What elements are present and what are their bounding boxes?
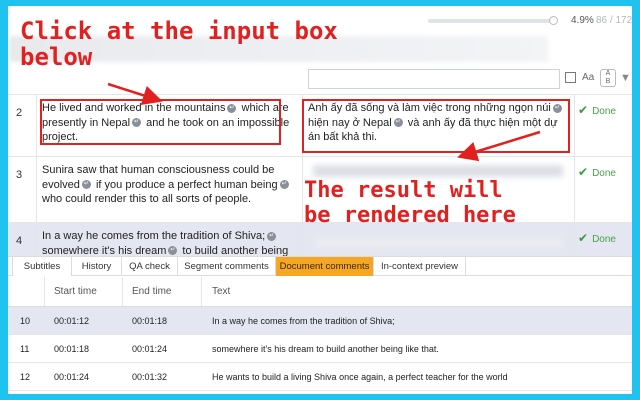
row-number: 11 <box>20 344 30 354</box>
tab-document-comments[interactable]: Document comments <box>276 257 374 276</box>
filter-icon[interactable]: ▼ <box>620 72 631 84</box>
source-text-part: who could render this to all sorts of pe… <box>42 193 252 205</box>
segment-number: 3 <box>16 169 23 181</box>
source-text-part: In a way he comes from the tradition of … <box>42 230 266 242</box>
subtitle-text: He wants to build a living Shiva once ag… <box>212 372 508 382</box>
result-annotation: The result will be rendered here <box>304 178 516 228</box>
source-text: In a way he comes from the tradition of … <box>42 229 292 258</box>
status-badge: ✔ Done <box>578 103 616 117</box>
start-time: 00:01:24 <box>54 372 90 382</box>
source-text: Sunira saw that human consciousness coul… <box>42 163 292 207</box>
start-time: 00:01:12 <box>54 316 90 326</box>
segment-number: 2 <box>16 107 23 119</box>
subtitle-text: somewhere it's his dream to build anothe… <box>212 344 439 354</box>
progress-bar <box>428 19 556 23</box>
table-row[interactable]: 12 00:01:24 00:01:32 He wants to build a… <box>8 363 632 391</box>
row-number: 12 <box>20 372 31 382</box>
table-header: Start time End time Text <box>8 277 632 307</box>
source-highlight-box <box>40 99 281 145</box>
tab-in-context-preview[interactable]: In-context preview <box>374 257 466 276</box>
bottom-tab-bar: Subtitles History QA check Segment comme… <box>8 256 632 276</box>
status-label: Done <box>592 234 616 245</box>
status-badge: ✔ Done <box>578 165 616 179</box>
row-number: 10 <box>20 316 31 326</box>
check-icon: ✔ <box>578 165 589 179</box>
segment-number: 4 <box>16 235 23 247</box>
tab-history[interactable]: History <box>72 257 122 276</box>
source-text-part: if you produce a perfect human being <box>92 178 278 191</box>
tab-segment-comments[interactable]: Segment comments <box>178 257 276 276</box>
start-time: 00:01:18 <box>54 344 90 354</box>
table-row[interactable]: 10 00:01:12 00:01:18 In a way he comes f… <box>8 307 632 335</box>
replace-icon[interactable]: AB <box>600 69 616 87</box>
instruction-annotation: Click at the input box below <box>20 17 338 71</box>
subtitle-text: In a way he comes from the tradition of … <box>212 316 395 326</box>
table-row[interactable]: 11 00:01:18 00:01:24 somewhere it's his … <box>8 335 632 363</box>
end-time: 00:01:32 <box>132 372 168 382</box>
status-label: Done <box>592 168 616 179</box>
column-header[interactable]: Text <box>212 286 230 297</box>
blurred-target <box>313 165 563 177</box>
tag-icon: ↵ <box>279 180 289 190</box>
progress-count: 86 / 1725 <box>596 15 632 26</box>
progress-percent: 4.9% <box>571 15 594 26</box>
check-icon: ✔ <box>578 231 589 245</box>
check-icon: ✔ <box>578 103 589 117</box>
tag-icon: ↵ <box>168 246 178 256</box>
progress-indicator-icon <box>549 16 558 25</box>
end-time: 00:01:18 <box>132 316 168 326</box>
tab-subtitles[interactable]: Subtitles <box>12 257 72 276</box>
blurred-target <box>313 237 563 249</box>
tag-icon: ↵ <box>267 231 277 241</box>
filter-checkbox[interactable] <box>565 72 576 83</box>
status-badge: ✔ Done <box>578 231 616 245</box>
target-filter-input[interactable] <box>308 69 560 89</box>
target-highlight-box <box>302 99 570 153</box>
end-time: 00:01:24 <box>132 344 168 354</box>
column-header[interactable]: End time <box>132 286 171 297</box>
source-text-part: somewhere it's his dream <box>42 244 167 257</box>
match-case-toggle[interactable]: Aa <box>582 72 594 83</box>
status-label: Done <box>592 106 616 117</box>
column-header[interactable]: Start time <box>54 286 97 297</box>
tab-qa-check[interactable]: QA check <box>122 257 178 276</box>
tag-icon: ↵ <box>81 180 91 190</box>
source-text-part: to build another being <box>179 244 289 257</box>
